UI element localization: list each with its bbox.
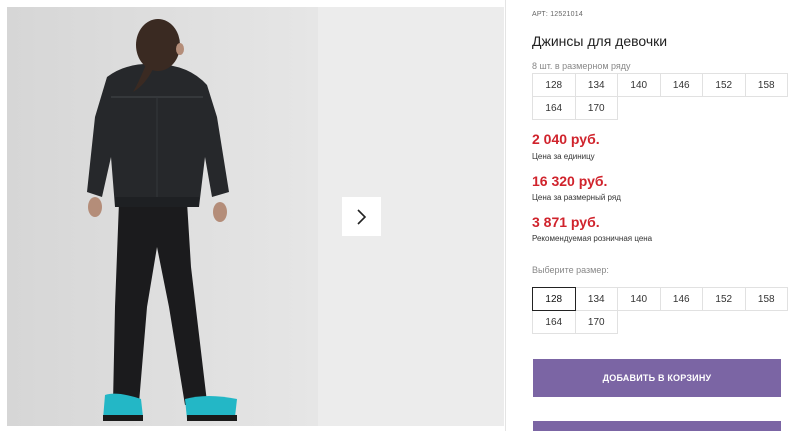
- size-row-cell: 152: [702, 73, 746, 97]
- size-option-170[interactable]: 170: [574, 310, 618, 334]
- size-option-158[interactable]: 158: [744, 287, 788, 311]
- product-photo[interactable]: [7, 7, 318, 426]
- size-row-price-label: Цена за размерный ряд: [532, 193, 621, 202]
- size-row-cell: 134: [574, 73, 618, 97]
- size-selector: 128 134 140 146 152 158 164 170: [532, 287, 788, 334]
- gallery-next-button[interactable]: [342, 197, 381, 236]
- retail-price: 3 871 руб.: [532, 214, 600, 230]
- size-option-140[interactable]: 140: [617, 287, 661, 311]
- size-row-cell: 170: [574, 96, 618, 120]
- size-option-128[interactable]: 128: [532, 287, 576, 311]
- size-row-cell: 146: [659, 73, 703, 97]
- secondary-action-button[interactable]: [533, 421, 781, 431]
- size-option-152[interactable]: 152: [702, 287, 746, 311]
- chevron-right-icon: [356, 208, 366, 225]
- panel-divider: [505, 0, 506, 431]
- unit-price-label: Цена за единицу: [532, 152, 595, 161]
- size-option-134[interactable]: 134: [574, 287, 618, 311]
- product-gallery: [0, 0, 506, 431]
- size-row-price: 16 320 руб.: [532, 173, 608, 189]
- size-option-146[interactable]: 146: [659, 287, 703, 311]
- size-row-hint: 8 шт. в размерном ряду: [532, 61, 631, 71]
- size-row-cell: 128: [532, 73, 576, 97]
- size-option-164[interactable]: 164: [532, 310, 576, 334]
- add-to-cart-button[interactable]: ДОБАВИТЬ В КОРЗИНУ: [533, 359, 781, 397]
- size-row-cell: 164: [532, 96, 576, 120]
- retail-price-label: Рекомендуемая розничная цена: [532, 234, 653, 243]
- unit-price: 2 040 руб.: [532, 131, 600, 147]
- size-row-grid: 128 134 140 146 152 158 164 170: [532, 73, 788, 120]
- product-title: Джинсы для девочки: [532, 33, 668, 49]
- size-row-cell: 158: [744, 73, 788, 97]
- product-sku: АРТ: 12521014: [532, 11, 583, 18]
- size-select-label: Выберите размер:: [532, 265, 609, 275]
- size-row-cell: 140: [617, 73, 661, 97]
